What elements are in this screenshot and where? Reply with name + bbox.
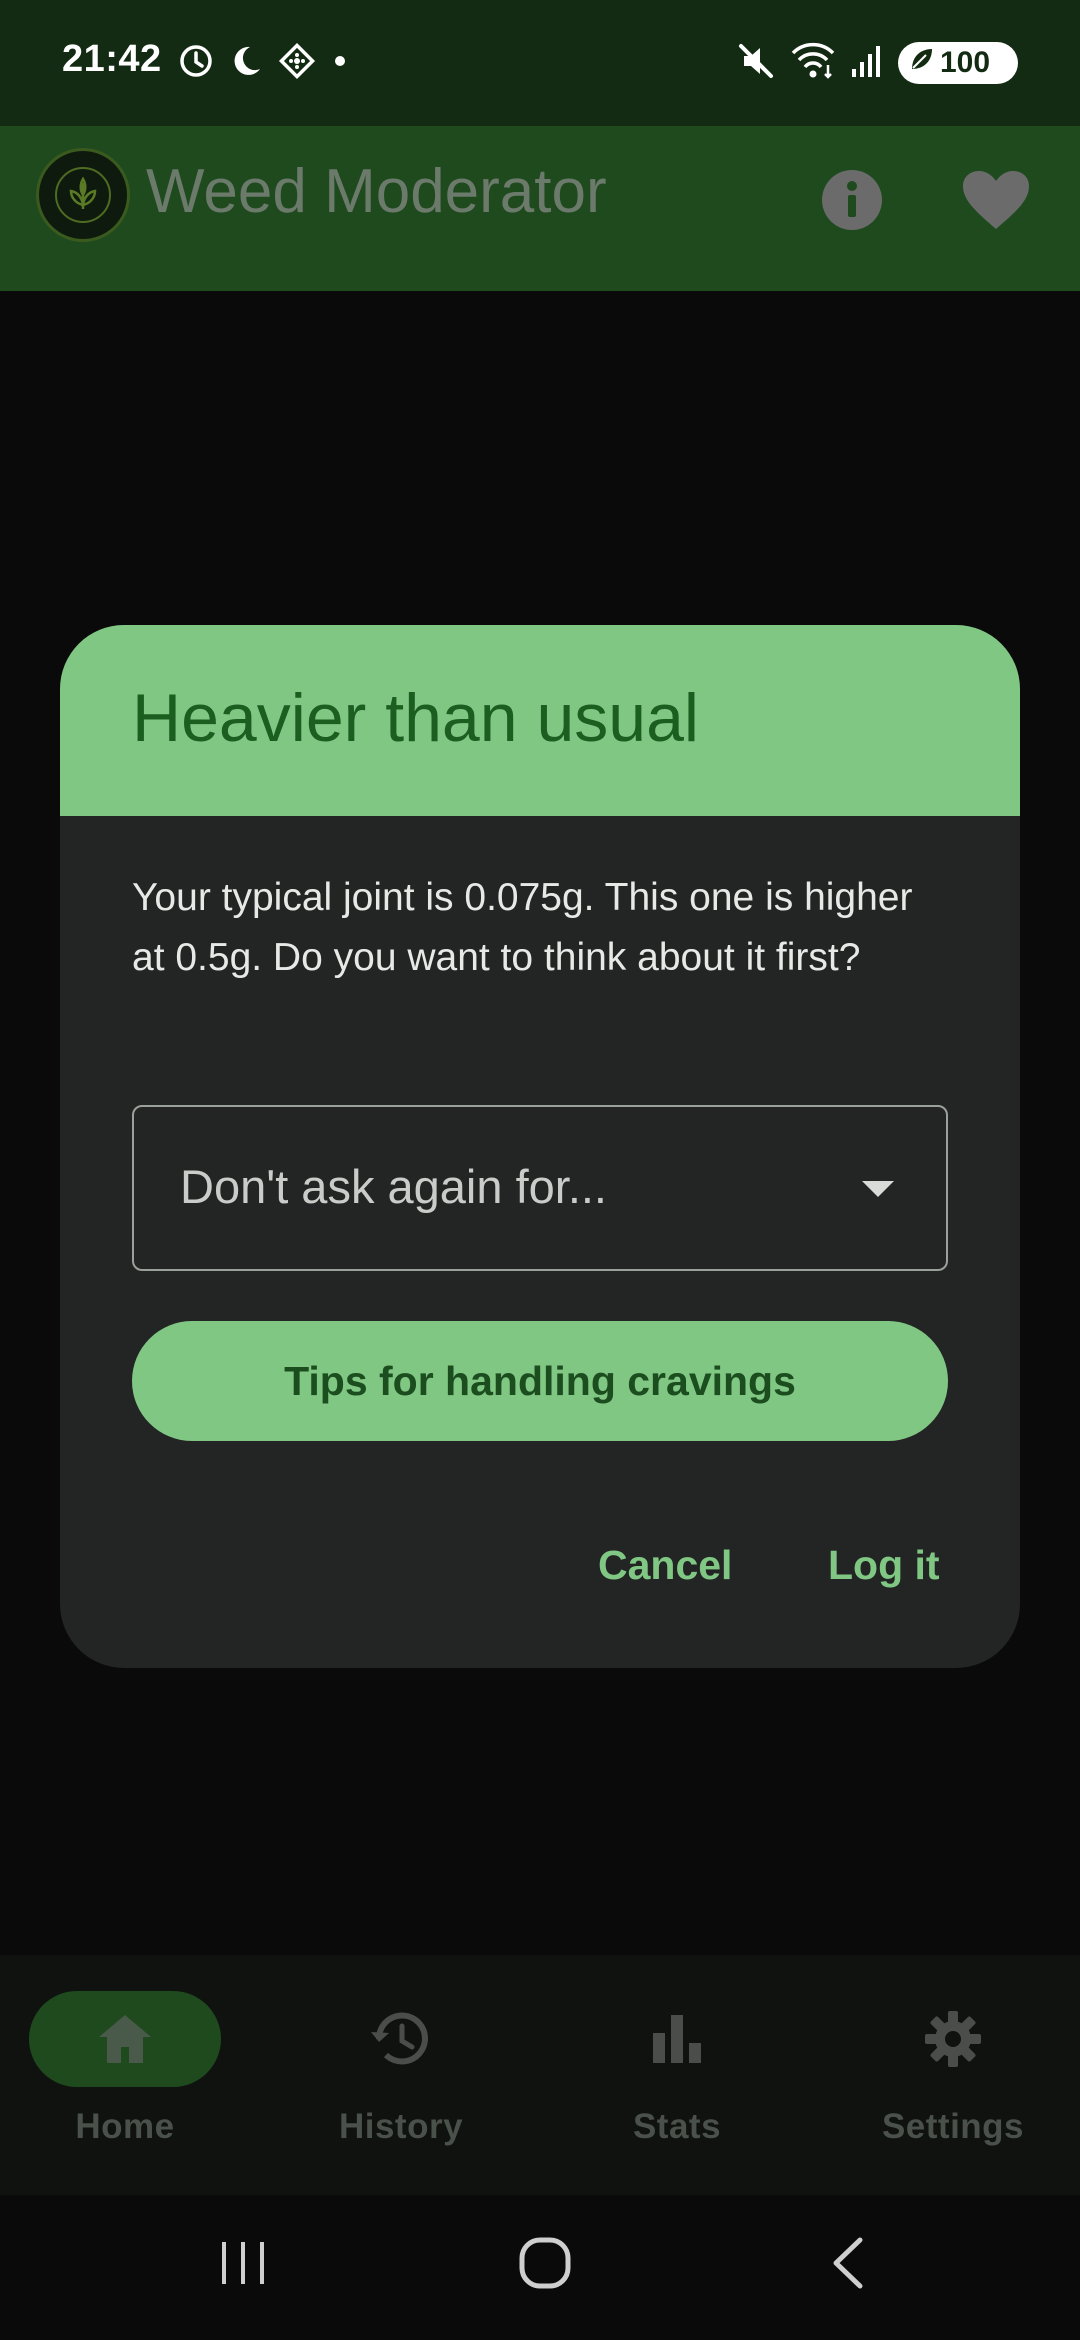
nfc-diamond-icon bbox=[278, 42, 316, 85]
battery-indicator: 100 bbox=[898, 42, 1018, 84]
bottom-nav: Home History Stats Settings bbox=[0, 1955, 1080, 2195]
nav-item-history[interactable]: History bbox=[276, 1991, 546, 2171]
home-system-button[interactable] bbox=[495, 2225, 595, 2305]
nav-item-stats[interactable]: Stats bbox=[552, 1991, 822, 2171]
history-icon bbox=[371, 2009, 431, 2069]
notification-dot-icon bbox=[330, 43, 350, 84]
dropdown-arrow-icon bbox=[862, 1181, 894, 1197]
nav-label-history: History bbox=[338, 2107, 464, 2146]
info-icon bbox=[821, 169, 883, 236]
dropdown-placeholder: Don't ask again for... bbox=[180, 1160, 607, 1213]
nav-label-home: Home bbox=[75, 2107, 175, 2146]
home-circle-icon bbox=[518, 2236, 572, 2295]
alarm-icon bbox=[178, 43, 214, 84]
nav-label-stats: Stats bbox=[632, 2107, 722, 2146]
system-nav-bar bbox=[0, 2195, 1080, 2340]
recents-button[interactable] bbox=[193, 2225, 293, 2305]
back-button[interactable] bbox=[798, 2225, 898, 2305]
signal-icon bbox=[850, 43, 884, 84]
nav-label-settings: Settings bbox=[881, 2107, 1025, 2146]
status-time: 21:42 bbox=[62, 38, 162, 80]
log-it-button[interactable]: Log it bbox=[828, 1525, 940, 1605]
app-logo bbox=[36, 148, 130, 242]
home-icon bbox=[95, 2009, 155, 2069]
battery-saver-leaf-icon bbox=[908, 45, 936, 81]
dialog-header: Heavier than usual bbox=[60, 625, 1020, 816]
do-not-disturb-moon-icon bbox=[228, 43, 264, 84]
dialog-message: Your typical joint is 0.075g. This one i… bbox=[132, 876, 913, 979]
status-icons-left bbox=[178, 42, 350, 84]
favorite-button[interactable] bbox=[956, 162, 1036, 242]
nav-item-home[interactable]: Home bbox=[0, 1991, 270, 2171]
heart-icon bbox=[961, 169, 1031, 236]
dont-ask-again-dropdown[interactable]: Don't ask again for... bbox=[132, 1105, 948, 1271]
bar-chart-icon bbox=[647, 2009, 707, 2069]
app-bar: Weed Moderator bbox=[0, 126, 1080, 291]
status-icons-right: 100 bbox=[736, 40, 1018, 86]
info-button[interactable] bbox=[812, 162, 892, 242]
gear-icon bbox=[923, 2009, 983, 2069]
dialog: Heavier than usual Your typical joint is… bbox=[60, 625, 1020, 1668]
wifi-icon bbox=[790, 41, 836, 86]
mute-icon bbox=[736, 41, 776, 86]
back-chevron-icon bbox=[828, 2236, 868, 2295]
dialog-title: Heavier than usual bbox=[132, 680, 700, 756]
nav-item-settings[interactable]: Settings bbox=[828, 1991, 1080, 2171]
recents-icon bbox=[218, 2238, 268, 2293]
tips-button[interactable]: Tips for handling cravings bbox=[132, 1321, 948, 1441]
status-bar: 21:42 100 bbox=[0, 0, 1080, 126]
cancel-button[interactable]: Cancel bbox=[598, 1525, 732, 1605]
screen: 21:42 100 Weed Moderator Heavier than us… bbox=[0, 0, 1080, 2340]
battery-level: 100 bbox=[940, 46, 991, 79]
app-title: Weed Moderator bbox=[146, 157, 607, 226]
